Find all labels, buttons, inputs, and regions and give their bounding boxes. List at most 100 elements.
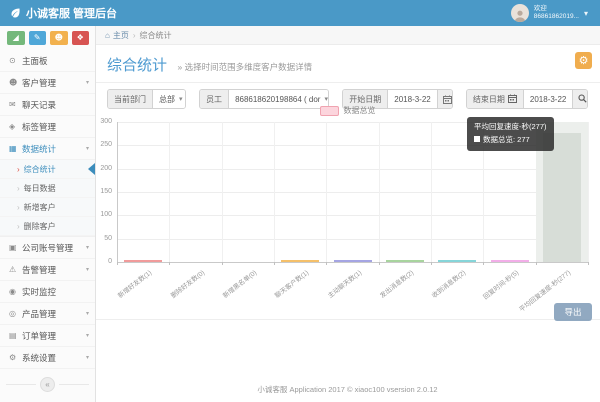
series-marker-icon bbox=[474, 136, 480, 142]
bar[interactable] bbox=[543, 133, 581, 262]
sidebar-item-8[interactable]: ◎产品管理▾ bbox=[0, 303, 95, 325]
legend-marker bbox=[320, 106, 339, 116]
sidebar-collapse-row: « bbox=[0, 369, 95, 400]
page-subtitle: » 选择时间范围多维度客户数据详情 bbox=[177, 62, 312, 72]
submenu-item-2[interactable]: › 新增客户 bbox=[0, 198, 95, 217]
legend-label: 数据总览 bbox=[344, 105, 376, 116]
sidebar-item-4[interactable]: ▦数据统计▾ bbox=[0, 138, 95, 160]
sidebar-item-9[interactable]: ▤订单管理▾ bbox=[0, 325, 95, 347]
user-menu[interactable]: 欢迎 86861862019... ▾ bbox=[511, 4, 600, 22]
sidebar-item-label: 数据统计 bbox=[22, 143, 86, 155]
chart-tooltip: 平均回复速度-秒(277)数据总览: 277 bbox=[467, 117, 554, 151]
sidebar-item-7[interactable]: ◉实时监控 bbox=[0, 281, 95, 303]
y-axis-label: 300 bbox=[95, 118, 112, 125]
y-axis-label: 250 bbox=[95, 141, 112, 148]
sidebar-item-label: 聊天记录 bbox=[22, 99, 89, 111]
breadcrumb-separator: › bbox=[133, 31, 136, 40]
bar[interactable] bbox=[438, 260, 476, 262]
y-axis-label: 150 bbox=[95, 188, 112, 195]
sidebar-item-10[interactable]: ⚙系统设置▾ bbox=[0, 347, 95, 369]
active-arrow bbox=[88, 163, 95, 175]
tooltip-title: 平均回复速度-秒(277) bbox=[474, 121, 547, 134]
chevron-down-icon: ▾ bbox=[86, 332, 89, 339]
main-content: ⌂ 主页 › 综合统计 综合统计 » 选择时间范围多维度客户数据详情 ⚙ 当前部… bbox=[95, 26, 600, 402]
sidebar-item-5[interactable]: ▣公司账号管理▾ bbox=[0, 237, 95, 259]
submenu-item-0[interactable]: › 综合统计 bbox=[0, 160, 95, 179]
angle-right-icon: › bbox=[17, 203, 20, 212]
collapse-sidebar-button[interactable]: « bbox=[40, 377, 55, 392]
monitor-icon: ◉ bbox=[9, 287, 22, 296]
customers-icon: ☻ bbox=[9, 78, 22, 87]
y-axis-label: 100 bbox=[95, 211, 112, 218]
y-axis-label: 200 bbox=[95, 165, 112, 172]
top-navbar: 小诚客服 管理后台 欢迎 86861862019... ▾ bbox=[0, 0, 600, 26]
tooltip-series: 数据总览: 277 bbox=[474, 134, 547, 147]
welcome-text: 欢迎 bbox=[534, 5, 579, 13]
quick-chart-icon[interactable]: ◢ bbox=[7, 31, 25, 45]
angle-right-icon: › bbox=[17, 184, 20, 193]
y-axis-label: 50 bbox=[95, 235, 112, 242]
calendar-icon bbox=[508, 94, 517, 105]
submenu-item-1[interactable]: ›每日数据 bbox=[0, 179, 95, 198]
divider bbox=[6, 384, 36, 385]
breadcrumb-home[interactable]: ⌂ 主页 bbox=[105, 30, 129, 41]
sidebar-item-1[interactable]: ☻客户管理▾ bbox=[0, 72, 95, 94]
bar[interactable] bbox=[334, 260, 372, 262]
chevron-down-icon: ▾ bbox=[86, 244, 89, 251]
sidebar-item-label: 系统设置 bbox=[22, 352, 86, 364]
footer-text: 小诚客服 Application 2017 © xiaoc100 vsersio… bbox=[95, 384, 600, 395]
export-button[interactable]: 导出 bbox=[554, 303, 592, 321]
page-header: 综合统计 » 选择时间范围多维度客户数据详情 ⚙ bbox=[95, 45, 600, 83]
y-axis-label: 0 bbox=[95, 258, 112, 265]
dashboard-icon: ⊙ bbox=[9, 56, 22, 65]
breadcrumb-current: 综合统计 bbox=[140, 30, 172, 41]
company-icon: ▣ bbox=[9, 243, 22, 252]
sidebar-item-2[interactable]: ✉聊天记录 bbox=[0, 94, 95, 116]
submenu-item-label: 新增客户 bbox=[24, 202, 56, 213]
app-brand[interactable]: 小诚客服 管理后台 bbox=[0, 5, 117, 21]
settings-icon: ⚙ bbox=[9, 353, 22, 362]
chevron-down-icon: ▾ bbox=[86, 79, 89, 86]
sidebar-menu: ⊙主面板☻客户管理▾✉聊天记录◈标签管理▦数据统计▾›综合统计›每日数据›新增客… bbox=[0, 50, 95, 369]
gear-icon: ⚙ bbox=[579, 54, 589, 67]
submenu-item-label: 删除客户 bbox=[24, 221, 56, 232]
leaf-icon bbox=[9, 7, 21, 19]
chart-legend[interactable]: 数据总览 bbox=[95, 105, 600, 116]
chevron-down-icon: ▾ bbox=[86, 145, 89, 152]
quick-pencil-icon[interactable]: ✎ bbox=[29, 31, 47, 45]
bar[interactable] bbox=[386, 260, 424, 262]
quick-users-icon[interactable]: ☻ bbox=[50, 31, 68, 45]
bar[interactable] bbox=[281, 260, 319, 262]
sidebar-item-label: 标签管理 bbox=[22, 121, 89, 133]
sidebar-item-3[interactable]: ◈标签管理 bbox=[0, 116, 95, 138]
sidebar-submenu: ›综合统计›每日数据›新增客户›删除客户 bbox=[0, 160, 95, 237]
sidebar-item-label: 产品管理 bbox=[22, 308, 86, 320]
submenu-item-label: 综合统计 bbox=[24, 164, 56, 175]
angle-right-icon: › bbox=[17, 165, 20, 174]
search-icon bbox=[578, 94, 587, 105]
submenu-item-3[interactable]: › 删除客户 bbox=[0, 217, 95, 236]
caret-down-icon: ▾ bbox=[179, 95, 183, 103]
order-icon: ▤ bbox=[9, 331, 22, 340]
bar[interactable] bbox=[491, 260, 529, 262]
sidebar-item-label: 实时监控 bbox=[22, 286, 89, 298]
divider bbox=[59, 384, 89, 385]
sidebar-item-0[interactable]: ⊙主面板 bbox=[0, 50, 95, 72]
chevron-down-icon: ▾ bbox=[86, 266, 89, 273]
angle-right-icon: › bbox=[17, 222, 20, 231]
settings-gear-button[interactable]: ⚙ bbox=[575, 52, 592, 69]
caret-down-icon: ▾ bbox=[324, 95, 328, 103]
sidebar-item-label: 主面板 bbox=[22, 55, 89, 67]
chat-icon: ✉ bbox=[9, 100, 22, 109]
page-title: 综合统计 bbox=[107, 57, 167, 74]
quick-share-icon[interactable]: ❖ bbox=[72, 31, 90, 45]
brand-title: 小诚客服 管理后台 bbox=[26, 5, 117, 21]
product-icon: ◎ bbox=[9, 309, 22, 318]
sidebar-item-6[interactable]: ⚠告警管理▾ bbox=[0, 259, 95, 281]
bar[interactable] bbox=[124, 260, 162, 262]
tag-icon: ◈ bbox=[9, 122, 22, 131]
end-date-label: 结束日期 bbox=[473, 94, 505, 105]
breadcrumb: ⌂ 主页 › 综合统计 bbox=[95, 26, 600, 45]
account-number: 86861862019... bbox=[534, 13, 579, 21]
chevron-down-icon: ▾ bbox=[86, 310, 89, 317]
